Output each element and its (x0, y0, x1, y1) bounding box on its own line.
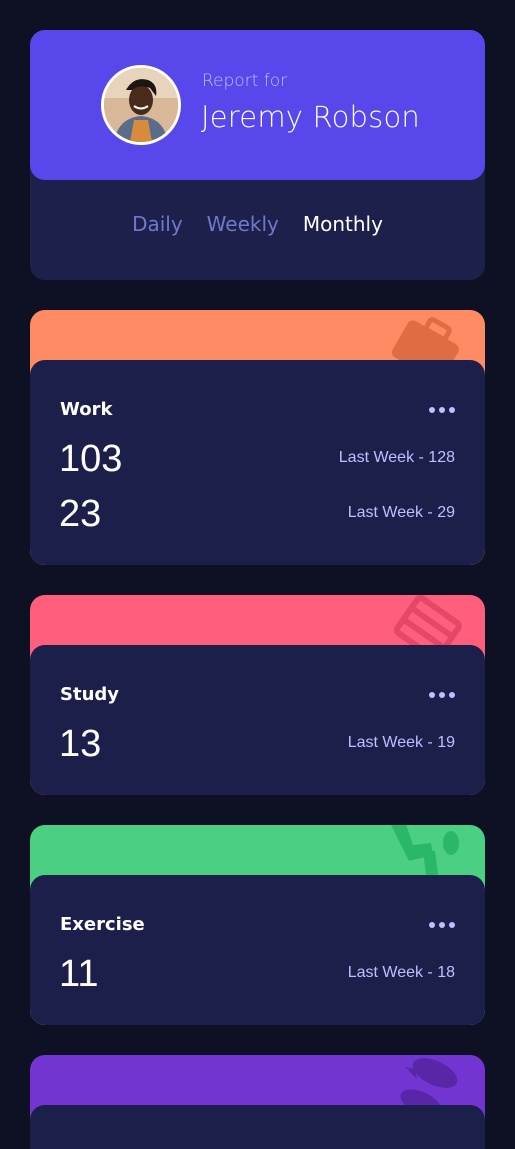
more-options-icon[interactable] (429, 406, 455, 414)
study-card: Study 13 Last Week - 19 (30, 595, 485, 795)
current-hours: 11 (59, 953, 99, 995)
social-card (30, 1055, 485, 1149)
current-hours: 103 (59, 438, 123, 480)
exercise-card: Exercise 11 Last Week - 18 (30, 825, 485, 1025)
avatar (101, 65, 181, 145)
work-card: Work 103 Last Week - 128 23 Last Week - … (30, 310, 485, 565)
user-name: Jeremy Robson (201, 100, 420, 134)
card-title: Work (60, 399, 113, 420)
study-card-body: Study 13 Last Week - 19 (30, 645, 485, 795)
card-title: Study (60, 684, 120, 705)
exercise-card-body: Exercise 11 Last Week - 18 (30, 875, 485, 1025)
profile-header: Report for Jeremy Robson (30, 30, 485, 180)
work-card-body: Work 103 Last Week - 128 23 Last Week - … (30, 360, 485, 565)
card-title: Exercise (60, 914, 145, 935)
more-options-icon[interactable] (429, 691, 455, 699)
current-hours: 13 (59, 723, 102, 765)
timeframe-tabs: Daily Weekly Monthly (30, 212, 485, 236)
previous-hours: Last Week - 19 (347, 734, 455, 751)
social-card-body (30, 1105, 485, 1149)
tab-daily[interactable]: Daily (132, 212, 183, 236)
previous-hours: Last Week - 18 (347, 964, 455, 981)
more-options-icon[interactable] (429, 921, 455, 929)
tab-weekly[interactable]: Weekly (207, 212, 279, 236)
report-for-label: Report for (202, 71, 288, 91)
current-hours: 23 (59, 493, 102, 535)
previous-hours: Last Week - 29 (347, 504, 455, 521)
profile-card: Report for Jeremy Robson Daily Weekly Mo… (30, 30, 485, 280)
tab-monthly[interactable]: Monthly (303, 212, 383, 236)
previous-hours: Last Week - 128 (338, 449, 455, 466)
